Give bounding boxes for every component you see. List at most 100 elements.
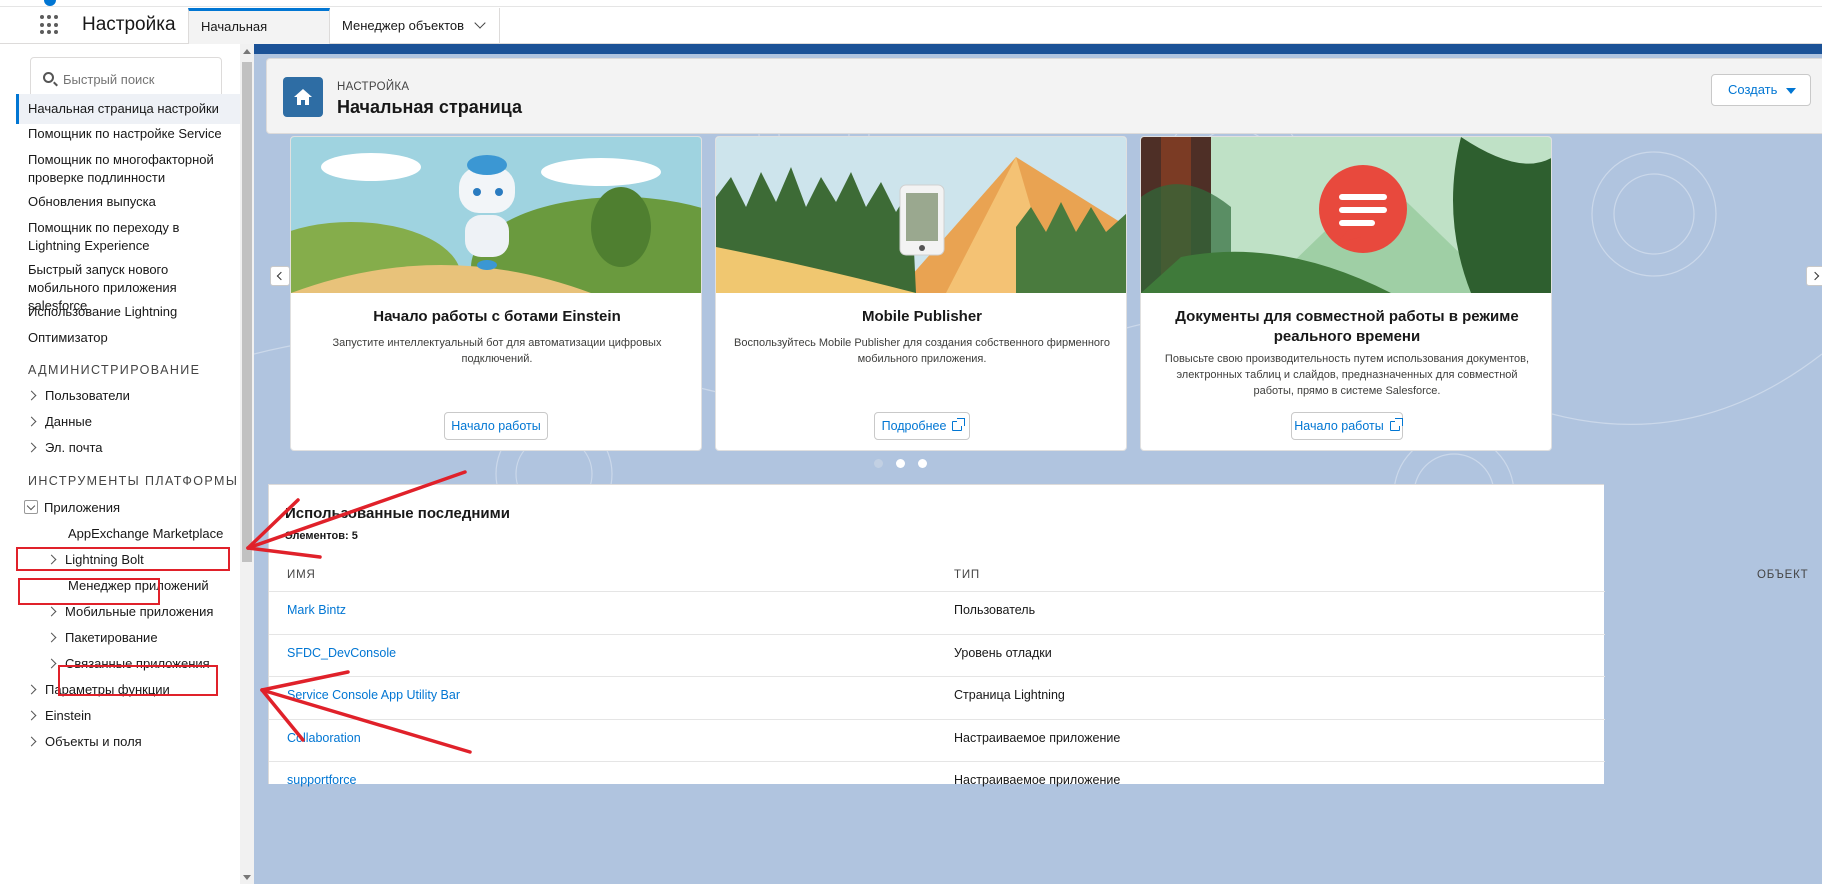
search-icon bbox=[43, 72, 54, 83]
table-row: Collaboration Настраиваемое приложение bbox=[269, 719, 1605, 756]
chevron-right-icon[interactable] bbox=[46, 658, 57, 669]
tree-item-label: Приложения bbox=[44, 500, 121, 515]
sidebar-item-service-setup[interactable]: Помощник по настройке Service bbox=[16, 125, 240, 143]
chevron-right-icon[interactable] bbox=[26, 736, 37, 747]
promo-title: Документы для совместной работы в режиме… bbox=[1175, 308, 1519, 345]
promo-card-mobile-publisher: Mobile Publisher Воспользуйтесь Mobile P… bbox=[715, 136, 1127, 451]
tree-item-users[interactable]: Пользователи bbox=[26, 386, 130, 406]
tree-item-label: Пакетирование bbox=[65, 630, 158, 645]
recent-count: Элементов: 5 bbox=[285, 530, 358, 542]
get-started-label: Начало работы bbox=[1294, 419, 1384, 433]
chevron-right-icon[interactable] bbox=[26, 710, 37, 721]
carousel-prev-button[interactable] bbox=[270, 266, 290, 286]
home-icon bbox=[283, 77, 323, 117]
tab-home[interactable]: Начальная страница bbox=[188, 8, 330, 66]
page-kicker: НАСТРОЙКА bbox=[337, 81, 410, 93]
chevron-right-icon[interactable] bbox=[26, 416, 37, 427]
tree-item-apps[interactable]: Приложения bbox=[24, 498, 120, 518]
carousel-dot[interactable] bbox=[918, 459, 927, 468]
caret-down-icon bbox=[1786, 88, 1796, 94]
sidebar-item-lightning-transition[interactable]: Помощник по переходу в Lightning Experie… bbox=[16, 219, 216, 255]
tree-item-einstein[interactable]: Einstein bbox=[26, 706, 91, 726]
tree-item-appexchange[interactable]: AppExchange Marketplace bbox=[68, 524, 223, 544]
scroll-thumb[interactable] bbox=[242, 62, 252, 562]
tab-object-manager[interactable]: Менеджер объектов bbox=[330, 8, 500, 44]
global-header: Настройка Начальная страница Менеджер об… bbox=[0, 0, 1822, 66]
tree-item-label: Данные bbox=[45, 414, 92, 429]
header-band bbox=[254, 44, 1822, 54]
record-type: Настраиваемое приложение bbox=[954, 731, 1121, 745]
record-link[interactable]: SFDC_DevConsole bbox=[287, 646, 396, 660]
external-link-icon bbox=[952, 418, 966, 431]
column-header-name[interactable]: ИМЯ bbox=[287, 569, 316, 581]
record-type: Страница Lightning bbox=[954, 688, 1065, 702]
chevron-right-icon[interactable] bbox=[26, 684, 37, 695]
page-title: Начальная страница bbox=[337, 97, 522, 117]
external-link-icon bbox=[1389, 418, 1403, 431]
chevron-right-icon[interactable] bbox=[46, 606, 57, 617]
get-started-button[interactable]: Начало работы bbox=[1291, 412, 1403, 440]
promo-description: Запустите интеллектуальный бот для автом… bbox=[332, 337, 662, 365]
annotation-box-platform-tools bbox=[16, 547, 230, 571]
record-link[interactable]: Mark Bintz bbox=[287, 603, 346, 617]
tree-item-label: Эл. почта bbox=[45, 440, 103, 455]
tree-item-email[interactable]: Эл. почта bbox=[26, 438, 103, 458]
recent-title: Использованные последними bbox=[285, 505, 510, 522]
tree-item-data[interactable]: Данные bbox=[26, 412, 92, 432]
recent-items-panel: Использованные последними Элементов: 5 И… bbox=[268, 484, 1808, 787]
scroll-down-arrow-icon[interactable] bbox=[243, 875, 251, 880]
learn-more-button[interactable]: Подробнее bbox=[874, 412, 970, 440]
quick-find-input[interactable] bbox=[63, 70, 213, 88]
sidebar-item-release-updates[interactable]: Обновления выпуска bbox=[16, 193, 240, 211]
create-button-label: Создать bbox=[1728, 82, 1778, 97]
tree-item-objects-fields[interactable]: Объекты и поля bbox=[26, 732, 142, 752]
record-link[interactable]: supportforce bbox=[287, 773, 356, 787]
column-header-type[interactable]: ТИП bbox=[954, 569, 980, 581]
tree-item-packaging[interactable]: Пакетирование bbox=[46, 628, 158, 648]
create-button[interactable]: Создать bbox=[1711, 74, 1811, 106]
carousel-dot[interactable] bbox=[896, 459, 905, 468]
table-row: Service Console App Utility Bar Страница… bbox=[269, 676, 1605, 713]
chevron-right-icon[interactable] bbox=[26, 442, 37, 453]
promo-card-collab-docs: Документы для совместной работы в режиме… bbox=[1140, 136, 1552, 451]
chevron-right-icon[interactable] bbox=[46, 632, 57, 643]
top-strip bbox=[0, 0, 1822, 7]
table-row: Mark Bintz Пользователь bbox=[269, 591, 1605, 628]
chevron-right-icon[interactable] bbox=[26, 390, 37, 401]
promo-title: Mobile Publisher bbox=[861, 308, 982, 325]
learn-more-label: Подробнее bbox=[881, 419, 947, 433]
carousel-indicator bbox=[874, 457, 934, 471]
sidebar-scrollbar[interactable] bbox=[240, 44, 254, 884]
carousel-next-button[interactable] bbox=[1806, 266, 1822, 286]
tree-item-label: Пользователи bbox=[45, 388, 130, 403]
table-row: SFDC_DevConsole Уровень отладки bbox=[269, 634, 1605, 671]
record-link[interactable]: Service Console App Utility Bar bbox=[287, 688, 460, 702]
tree-item-label: Мобильные приложения bbox=[65, 604, 214, 619]
promo-card-einstein-bots: Начало работы с ботами Einstein Запустит… bbox=[290, 136, 702, 451]
app-launcher-icon[interactable] bbox=[40, 15, 60, 35]
collaboration-docs-illustration bbox=[1141, 137, 1551, 293]
quick-find-box[interactable] bbox=[30, 57, 222, 99]
get-started-button[interactable]: Начало работы bbox=[444, 412, 548, 440]
platform-tools-heading: ИНСТРУМЕНТЫ ПЛАТФОРМЫ bbox=[28, 474, 239, 488]
record-link[interactable]: Collaboration bbox=[287, 731, 361, 745]
sidebar-item-optimizer[interactable]: Оптимизатор bbox=[16, 329, 240, 347]
column-header-object[interactable]: ОБЪЕКТ bbox=[1757, 569, 1808, 581]
sidebar-item-setup-home[interactable]: Начальная страница настройки bbox=[16, 94, 240, 124]
einstein-bot-illustration bbox=[291, 137, 701, 293]
scroll-up-arrow-icon[interactable] bbox=[243, 49, 251, 54]
app-name: Настройка bbox=[82, 14, 176, 35]
sidebar-item-lightning-usage[interactable]: Использование Lightning bbox=[16, 303, 240, 321]
chevron-down-icon[interactable] bbox=[474, 17, 486, 29]
promo-description: Воспользуйтесь Mobile Publisher для созд… bbox=[734, 337, 1110, 365]
promo-title: Начало работы с ботами Einstein bbox=[373, 308, 621, 325]
tree-item-mobile-apps[interactable]: Мобильные приложения bbox=[46, 602, 214, 622]
record-type: Уровень отладки bbox=[954, 646, 1052, 660]
sidebar-item-mfa-assistant[interactable]: Помощник по многофакторной проверке подл… bbox=[16, 151, 216, 187]
mobile-publisher-illustration bbox=[716, 137, 1126, 293]
carousel-dot[interactable] bbox=[874, 459, 883, 468]
tree-item-label: Объекты и поля bbox=[45, 734, 142, 749]
chevron-down-icon[interactable] bbox=[24, 500, 38, 514]
setup-sidebar: Начальная страница настройки Помощник по… bbox=[16, 44, 240, 884]
record-type: Настраиваемое приложение bbox=[954, 773, 1121, 787]
